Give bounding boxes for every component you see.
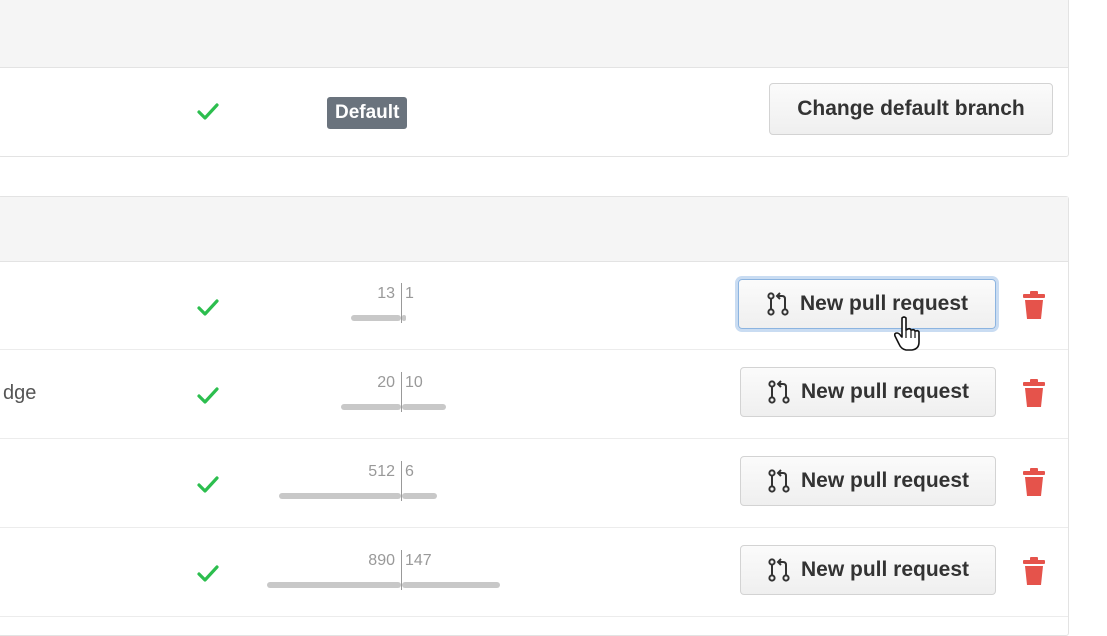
behind-count: 890 [368,552,395,569]
check-icon [197,476,219,493]
ahead-count: 10 [405,374,423,391]
change-default-branch-button[interactable]: Change default branch [769,83,1053,135]
active-branches-box: 13 1 New pull request dge 20 10 New pull… [0,196,1069,636]
default-branch-box: Default Change default branch [0,0,1069,157]
behind-count: 512 [368,463,395,480]
check-icon [197,103,219,120]
ahead-count: 147 [405,552,432,569]
page: { "default_branch": { "badge": "Default"… [0,0,1107,636]
ahead-bar [402,315,406,321]
branch-row: 890 147 New pull request [0,528,1068,617]
trash-icon[interactable] [1021,290,1047,320]
default-branch-header [0,0,1068,68]
branch-row: dge 20 10 New pull request [0,350,1068,439]
git-pull-request-icon [768,469,790,493]
new-pull-request-label: New pull request [800,380,970,403]
new-pull-request-button[interactable]: New pull request [740,367,996,417]
check-icon [197,387,219,404]
ahead-count: 6 [405,463,414,480]
branch-row: 512 6 New pull request [0,439,1068,528]
active-branches-header [0,197,1068,262]
new-pull-request-label: New pull request [799,292,969,315]
default-branch-row: Default Change default branch [0,69,1068,156]
new-pull-request-button[interactable]: New pull request [738,279,996,329]
behind-bar [351,315,401,321]
ahead-bar [402,493,437,499]
ahead-count: 1 [405,285,414,302]
behind-count: 13 [377,285,395,302]
new-pull-request-button[interactable]: New pull request [740,456,996,506]
branch-name[interactable]: dge [3,382,36,405]
trash-icon[interactable] [1021,378,1047,408]
trash-icon[interactable] [1021,467,1047,497]
hand-pointer-icon [893,316,920,351]
ahead-bar [402,582,500,588]
behind-bar [341,404,401,410]
new-pull-request-label: New pull request [800,558,970,581]
git-pull-request-icon [768,380,790,404]
git-pull-request-icon [768,558,790,582]
behind-bar [267,582,401,588]
ahead-bar [402,404,446,410]
new-pull-request-label: New pull request [800,469,970,492]
trash-icon[interactable] [1021,556,1047,586]
default-badge: Default [327,97,408,129]
git-pull-request-icon [767,292,789,316]
check-icon [197,565,219,582]
new-pull-request-button[interactable]: New pull request [740,545,996,595]
behind-count: 20 [377,374,395,391]
behind-bar [279,493,401,499]
check-icon [197,299,219,316]
